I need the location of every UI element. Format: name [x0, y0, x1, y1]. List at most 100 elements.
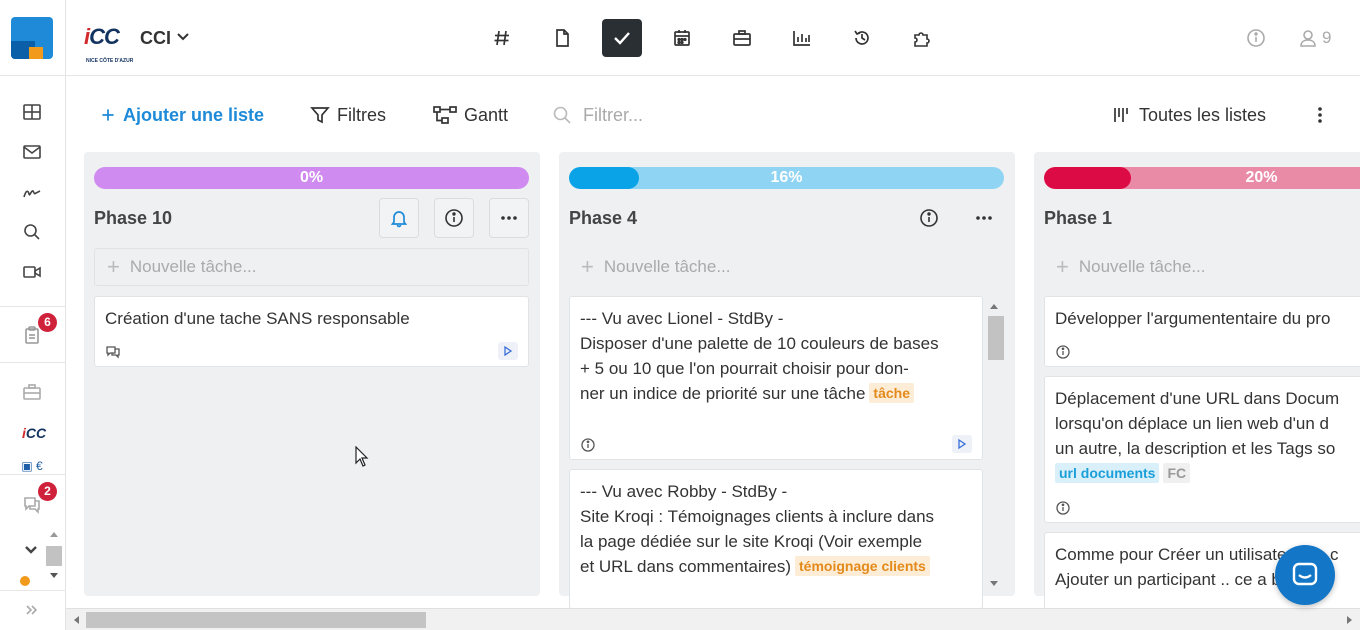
expand-icon[interactable]	[20, 598, 44, 622]
progress-bar: 20%	[1044, 167, 1360, 189]
task-text: --- Vu avec Lionel - StdBy -	[580, 309, 784, 328]
chevron-down-icon[interactable]	[176, 30, 190, 44]
mouse-cursor-icon	[355, 446, 369, 467]
rail-divider	[0, 306, 66, 307]
grid-icon[interactable]	[20, 100, 44, 124]
search-icon	[553, 106, 571, 124]
chat-badge: 2	[38, 482, 57, 501]
new-task-input[interactable]: + Nouvelle tâche...	[569, 248, 1004, 286]
chart-icon[interactable]	[782, 19, 822, 57]
plus-icon: +	[107, 254, 120, 279]
progress-bar: 16%	[569, 167, 1004, 189]
tag-badge[interactable]: témoignage clients	[795, 556, 930, 576]
column-scrollbar[interactable]	[986, 298, 1004, 592]
task-text: ner un indice de priorité sur une tâche	[580, 384, 866, 403]
puzzle-icon[interactable]	[902, 19, 942, 57]
list-title[interactable]: Phase 1	[1044, 208, 1112, 229]
brand-logo[interactable]: iCC NICE CÔTE D'AZUR	[84, 21, 133, 65]
workspace-name[interactable]: CCI	[140, 28, 171, 49]
workspace-logo2-icon[interactable]: ▣ €	[20, 460, 44, 472]
members-button[interactable]: 9	[1298, 28, 1331, 48]
list-column: 16% Phase 4 + Nouvelle tâche... --- Vu a…	[559, 152, 1015, 608]
clipboard-badge: 6	[38, 313, 57, 332]
task-text: Site Kroqi : Témoignages clients à inclu…	[580, 507, 935, 526]
tag-badge[interactable]: FC	[1163, 463, 1191, 483]
list-title[interactable]: Phase 10	[94, 208, 172, 229]
kanban-board: 0% Phase 10 + Nouvelle tâche... Création…	[66, 152, 1360, 608]
task-card[interactable]: --- Vu avec Robby - StdBy - Site Kroqi :…	[569, 469, 983, 608]
info-icon[interactable]	[1055, 498, 1071, 515]
gantt-button[interactable]: Gantt	[433, 104, 508, 126]
task-card[interactable]: Développer l'argumententaire du pro	[1044, 296, 1360, 367]
task-text: lorsqu'on déplace un lien web d'un d	[1055, 414, 1329, 433]
chevron-down-icon[interactable]	[19, 537, 43, 561]
more-menu-icon[interactable]	[1310, 104, 1330, 126]
bell-icon[interactable]	[379, 198, 419, 238]
history-icon[interactable]	[842, 19, 882, 57]
task-text: Création d'une tache SANS responsable	[105, 309, 410, 328]
rail-divider	[0, 474, 66, 475]
scrollbar-thumb[interactable]	[86, 612, 426, 628]
task-text: la page dédiée sur le site Kroqi (Voir e…	[580, 532, 923, 551]
task-text: + 5 ou 10 que l'on pourrait choisir pour…	[580, 359, 909, 378]
play-icon[interactable]	[498, 342, 518, 360]
new-task-input[interactable]: + Nouvelle tâche...	[94, 248, 529, 286]
tag-badge[interactable]: tâche	[869, 383, 914, 403]
task-card[interactable]: Déplacement d'une URL dans Docum lorsqu'…	[1044, 376, 1360, 523]
info-icon[interactable]	[1246, 28, 1266, 48]
task-text: Développer l'argumententaire du pro	[1055, 309, 1331, 328]
mail-icon[interactable]	[20, 140, 44, 164]
briefcase-icon[interactable]	[20, 380, 44, 404]
columns-icon	[1114, 108, 1128, 122]
info-icon[interactable]	[1055, 342, 1071, 359]
tag-badge[interactable]: url documents	[1055, 463, 1160, 483]
info-icon[interactable]	[580, 435, 596, 452]
progress-label: 0%	[299, 169, 324, 186]
filter-search-input[interactable]: Filtrer...	[552, 104, 643, 126]
filter-placeholder: Filtrer...	[583, 104, 644, 125]
gantt-label: Gantt	[464, 104, 509, 125]
tasks-check-icon[interactable]	[602, 19, 642, 57]
user-icon	[1300, 30, 1316, 47]
add-list-label: Ajouter une liste	[123, 104, 265, 125]
card-footer	[580, 435, 972, 453]
task-text: et URL dans commentaires)	[580, 557, 792, 576]
board-horizontal-scrollbar[interactable]	[66, 608, 1360, 630]
rail-divider	[0, 75, 66, 76]
calendar-icon[interactable]	[662, 19, 702, 57]
rail-divider	[0, 362, 66, 363]
more-horizontal-icon[interactable]	[489, 198, 529, 238]
all-lists-label: Toutes les listes	[1139, 104, 1267, 125]
new-task-placeholder: Nouvelle tâche...	[129, 257, 257, 276]
video-icon[interactable]	[20, 260, 44, 284]
document-icon[interactable]	[542, 19, 582, 57]
briefcase-icon[interactable]	[722, 19, 762, 57]
info-icon[interactable]	[909, 198, 949, 238]
comments-icon[interactable]	[105, 342, 121, 359]
hash-icon[interactable]	[482, 19, 522, 57]
filters-button[interactable]: Filtres	[310, 104, 386, 126]
info-icon[interactable]	[434, 198, 474, 238]
list-title[interactable]: Phase 4	[569, 208, 637, 229]
gantt-icon	[433, 106, 457, 124]
card-footer	[105, 342, 518, 360]
task-card[interactable]: Création d'une tache SANS responsable	[94, 296, 529, 367]
card-footer	[1055, 342, 1360, 360]
support-chat-button[interactable]	[1275, 545, 1335, 605]
play-icon[interactable]	[952, 435, 972, 453]
app-logo-icon[interactable]	[11, 17, 53, 59]
plus-icon: +	[1056, 254, 1069, 279]
filters-label: Filtres	[337, 104, 386, 125]
signature-icon[interactable]	[20, 180, 44, 204]
task-card[interactable]: --- Vu avec Lionel - StdBy - Disposer d'…	[569, 296, 983, 460]
workspace-logo-icon[interactable]: i CC	[20, 421, 48, 445]
search-icon[interactable]	[20, 220, 44, 244]
new-task-input[interactable]: + Nouvelle tâche...	[1044, 248, 1360, 286]
scrollbar-thumb[interactable]	[988, 316, 1004, 360]
card-footer	[1055, 498, 1360, 516]
all-lists-button[interactable]: Toutes les listes	[1112, 104, 1266, 126]
rail-scrollbar[interactable]	[46, 530, 64, 590]
add-list-button[interactable]: Ajouter une liste	[100, 104, 264, 126]
more-horizontal-icon[interactable]	[964, 198, 1004, 238]
task-text: un autre, la description et les Tags so	[1055, 439, 1336, 458]
